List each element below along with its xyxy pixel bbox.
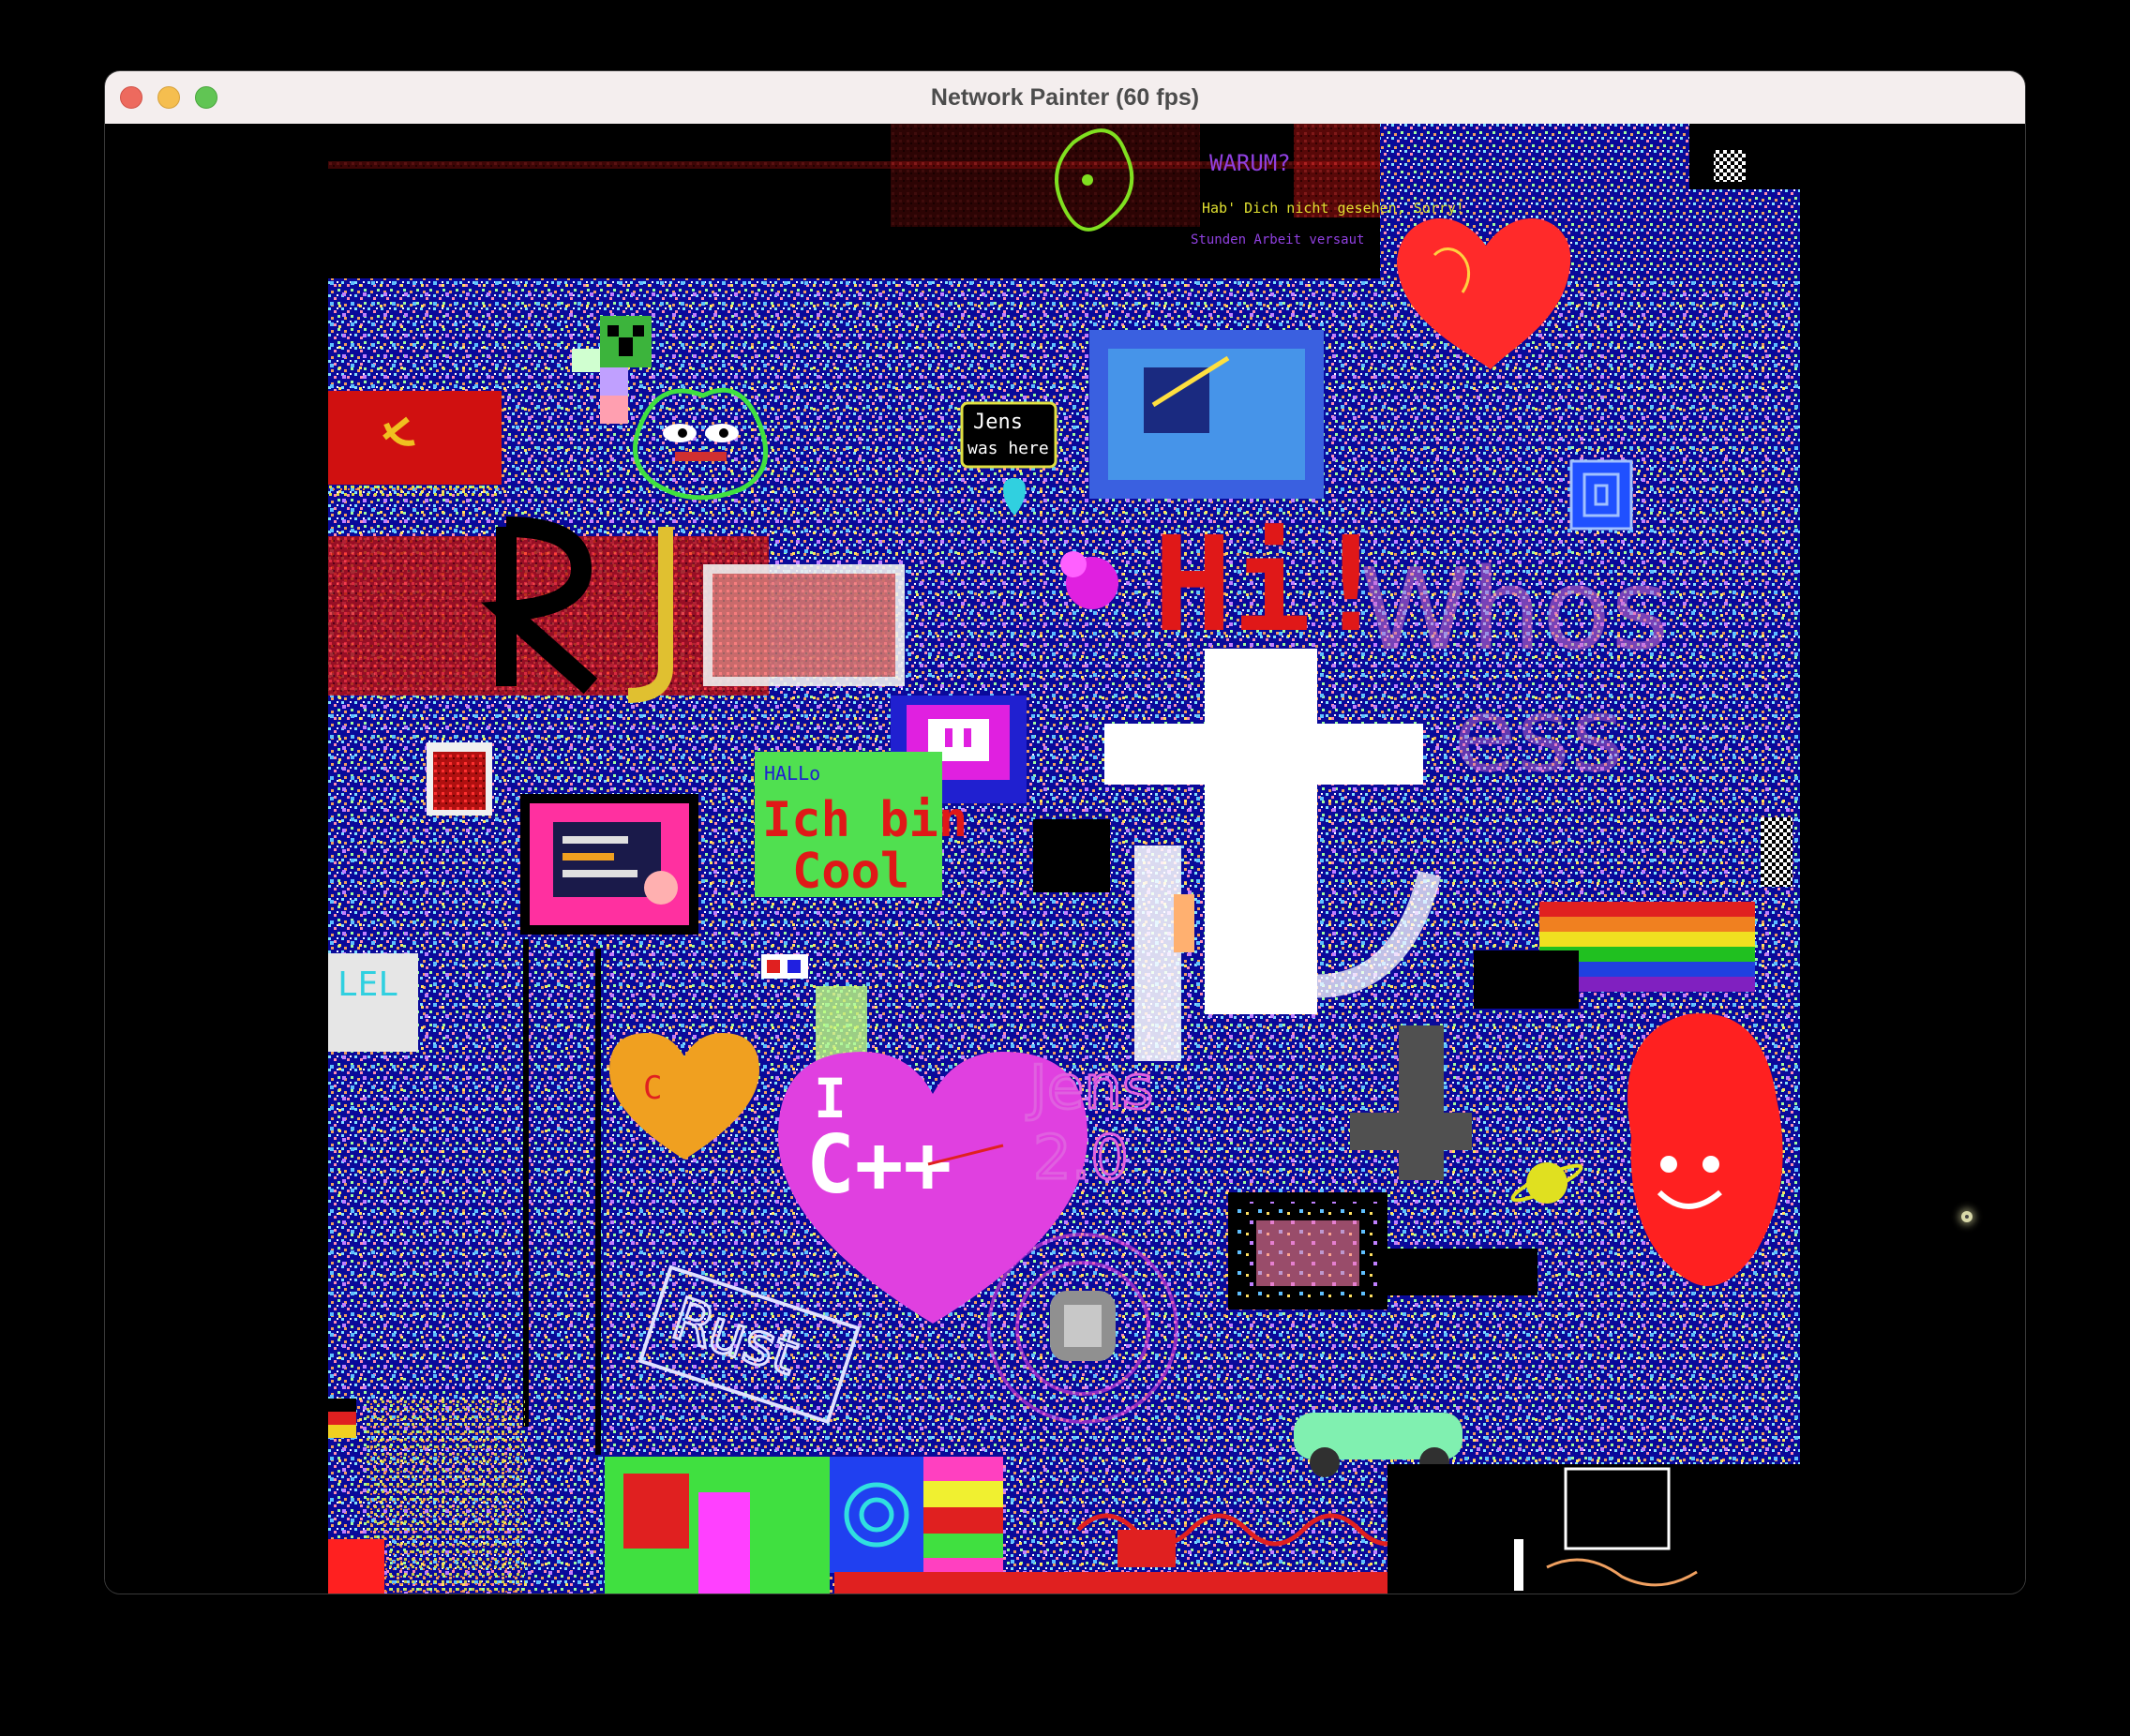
svg-text:ess: ess (1453, 675, 1624, 795)
painter-viewport: Jens was here Hi! Whos ess HALLo Ich bin… (105, 124, 2025, 1594)
canvas-text-ich-bin: Ich bin (762, 792, 968, 848)
canvas-text-hallo: HALLo (764, 762, 820, 785)
title-bar[interactable]: Network Painter (60 fps) (105, 71, 2025, 125)
canvas-text-c: C (643, 1070, 662, 1107)
pixel-canvas[interactable]: Jens was here Hi! Whos ess HALLo Ich bin… (328, 124, 1800, 1594)
canvas-text-warum: WARUM? (1209, 150, 1291, 176)
canvas-text-cool: Cool (792, 844, 909, 900)
canvas-text-jens: Jens (973, 411, 1023, 434)
canvas-text-was-here: was here (968, 439, 1049, 458)
canvas-text-jens-2: Jens (1026, 1054, 1153, 1123)
canvas-text-hi: Hi! (1153, 509, 1390, 662)
canvas-text-sorry: Hab' Dich nicht gesehen, Sorry! (1202, 200, 1464, 217)
mouse-cursor-indicator (1961, 1211, 1972, 1222)
app-window: Network Painter (60 fps) Jens was here H… (105, 71, 2025, 1594)
canvas-text-stunden: Stunden Arbeit versaut (1191, 232, 1364, 247)
window-title: Network Painter (60 fps) (930, 84, 1200, 111)
canvas-text-2-0: 2.0 (1033, 1124, 1129, 1193)
canvas-text-lel: LEL (338, 965, 398, 1004)
svg-text:Whos: Whos (1359, 546, 1670, 676)
